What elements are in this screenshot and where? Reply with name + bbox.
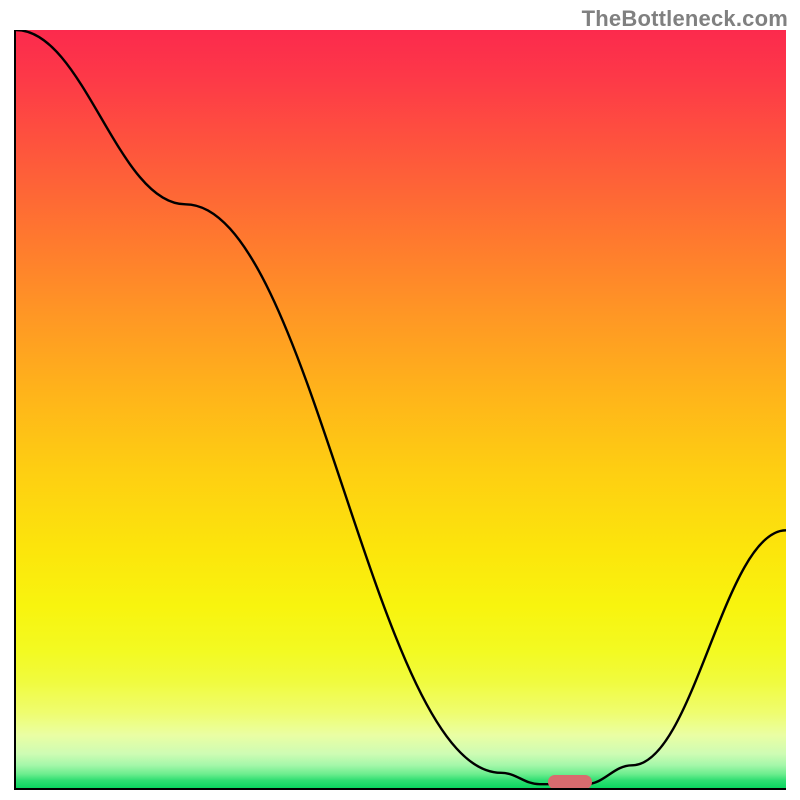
chart-container: TheBottleneck.com xyxy=(0,0,800,800)
plot-area xyxy=(16,30,786,788)
curve-svg xyxy=(16,30,786,788)
bottleneck-curve xyxy=(16,30,786,784)
watermark-text: TheBottleneck.com xyxy=(582,6,788,32)
optimal-marker xyxy=(548,775,592,788)
